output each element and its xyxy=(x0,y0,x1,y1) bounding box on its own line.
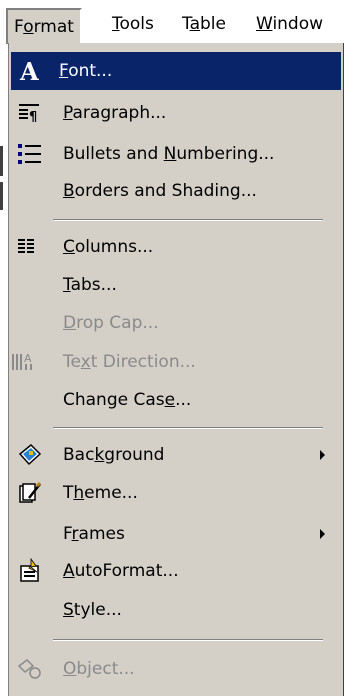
menu-item-frames[interactable]: Frames xyxy=(11,516,341,552)
menu-item-font[interactable]: A Font... xyxy=(11,52,341,90)
menu-item-text-direction: A Text Direction... xyxy=(11,344,341,380)
menu-item-borders-shading[interactable]: Borders and Shading... xyxy=(11,173,341,209)
menu-window-label-c: indow xyxy=(272,14,324,34)
menu-item-label: Bullets and Numbering... xyxy=(63,144,275,164)
menu-table-label-c: ble xyxy=(200,14,226,34)
menu-bar: Format Tools Table Window xyxy=(0,0,352,44)
theme-icon xyxy=(17,480,43,506)
background-icon xyxy=(17,442,43,468)
left-edge-mark xyxy=(0,146,3,176)
svg-text:A: A xyxy=(24,352,32,365)
menu-format-label-a: F xyxy=(14,17,24,37)
menu-separator xyxy=(53,219,323,221)
submenu-arrow-icon xyxy=(320,529,325,539)
menu-item-label: Change Case... xyxy=(63,390,192,410)
svg-text:¶: ¶ xyxy=(29,110,37,125)
menu-item-paragraph[interactable]: ¶ Paragraph... xyxy=(11,95,341,131)
menu-table-label-a: T xyxy=(182,14,190,34)
menu-item-label: Style... xyxy=(63,600,122,620)
menu-item-label: Font... xyxy=(59,61,113,81)
menu-tools-label-b: T xyxy=(112,14,120,34)
format-dropdown-menu: A Font... ¶ Paragraph... Bullets and Num… xyxy=(8,43,344,696)
menu-item-label: Text Direction... xyxy=(63,352,196,372)
menu-format[interactable]: Format xyxy=(6,8,82,44)
menu-item-bullets-numbering[interactable]: Bullets and Numbering... xyxy=(11,136,341,172)
menu-separator xyxy=(53,427,323,429)
menu-item-change-case[interactable]: Change Case... xyxy=(11,382,341,418)
menu-item-tabs[interactable]: Tabs... xyxy=(11,267,341,303)
menu-item-drop-cap: Drop Cap... xyxy=(11,305,341,341)
menu-window-label-b: W xyxy=(256,14,273,34)
menu-item-label: Borders and Shading... xyxy=(63,181,257,201)
font-icon: A xyxy=(19,58,45,84)
menu-table-label-b: a xyxy=(189,14,200,34)
left-edge-mark xyxy=(0,182,3,210)
menu-item-label: Columns... xyxy=(63,237,154,257)
menu-window[interactable]: Window xyxy=(256,12,323,36)
menu-item-label: Paragraph... xyxy=(63,103,167,123)
menu-item-label: Background xyxy=(63,445,165,465)
menu-format-label-c: rmat xyxy=(33,17,74,37)
menu-item-label: Theme... xyxy=(63,483,138,503)
text-direction-icon: A xyxy=(11,349,37,375)
menu-item-label: AutoFormat... xyxy=(63,561,179,581)
menu-item-label: Tabs... xyxy=(63,275,117,295)
menu-item-object: Object... xyxy=(11,651,341,687)
menu-item-label: Drop Cap... xyxy=(63,313,159,333)
menu-format-label-b: o xyxy=(23,17,34,37)
submenu-arrow-icon xyxy=(320,450,325,460)
columns-icon xyxy=(17,234,43,260)
menu-item-autoformat[interactable]: AutoFormat... xyxy=(11,553,341,589)
menu-tools[interactable]: Tools xyxy=(112,12,154,36)
bullets-icon xyxy=(17,141,43,167)
menu-item-theme[interactable]: Theme... xyxy=(11,475,341,511)
autoformat-icon xyxy=(17,558,43,584)
menu-item-label: Object... xyxy=(63,659,135,679)
paragraph-icon: ¶ xyxy=(17,100,43,126)
svg-text:A: A xyxy=(19,58,39,84)
menu-tools-label-c: ools xyxy=(119,14,154,34)
menu-item-label: Frames xyxy=(63,524,125,544)
menu-item-style[interactable]: Style... xyxy=(11,592,341,628)
menu-separator xyxy=(53,639,323,641)
menu-item-columns[interactable]: Columns... xyxy=(11,229,341,265)
menu-item-background[interactable]: Background xyxy=(11,437,341,473)
menu-table[interactable]: Table xyxy=(182,12,226,36)
object-icon xyxy=(17,656,43,682)
